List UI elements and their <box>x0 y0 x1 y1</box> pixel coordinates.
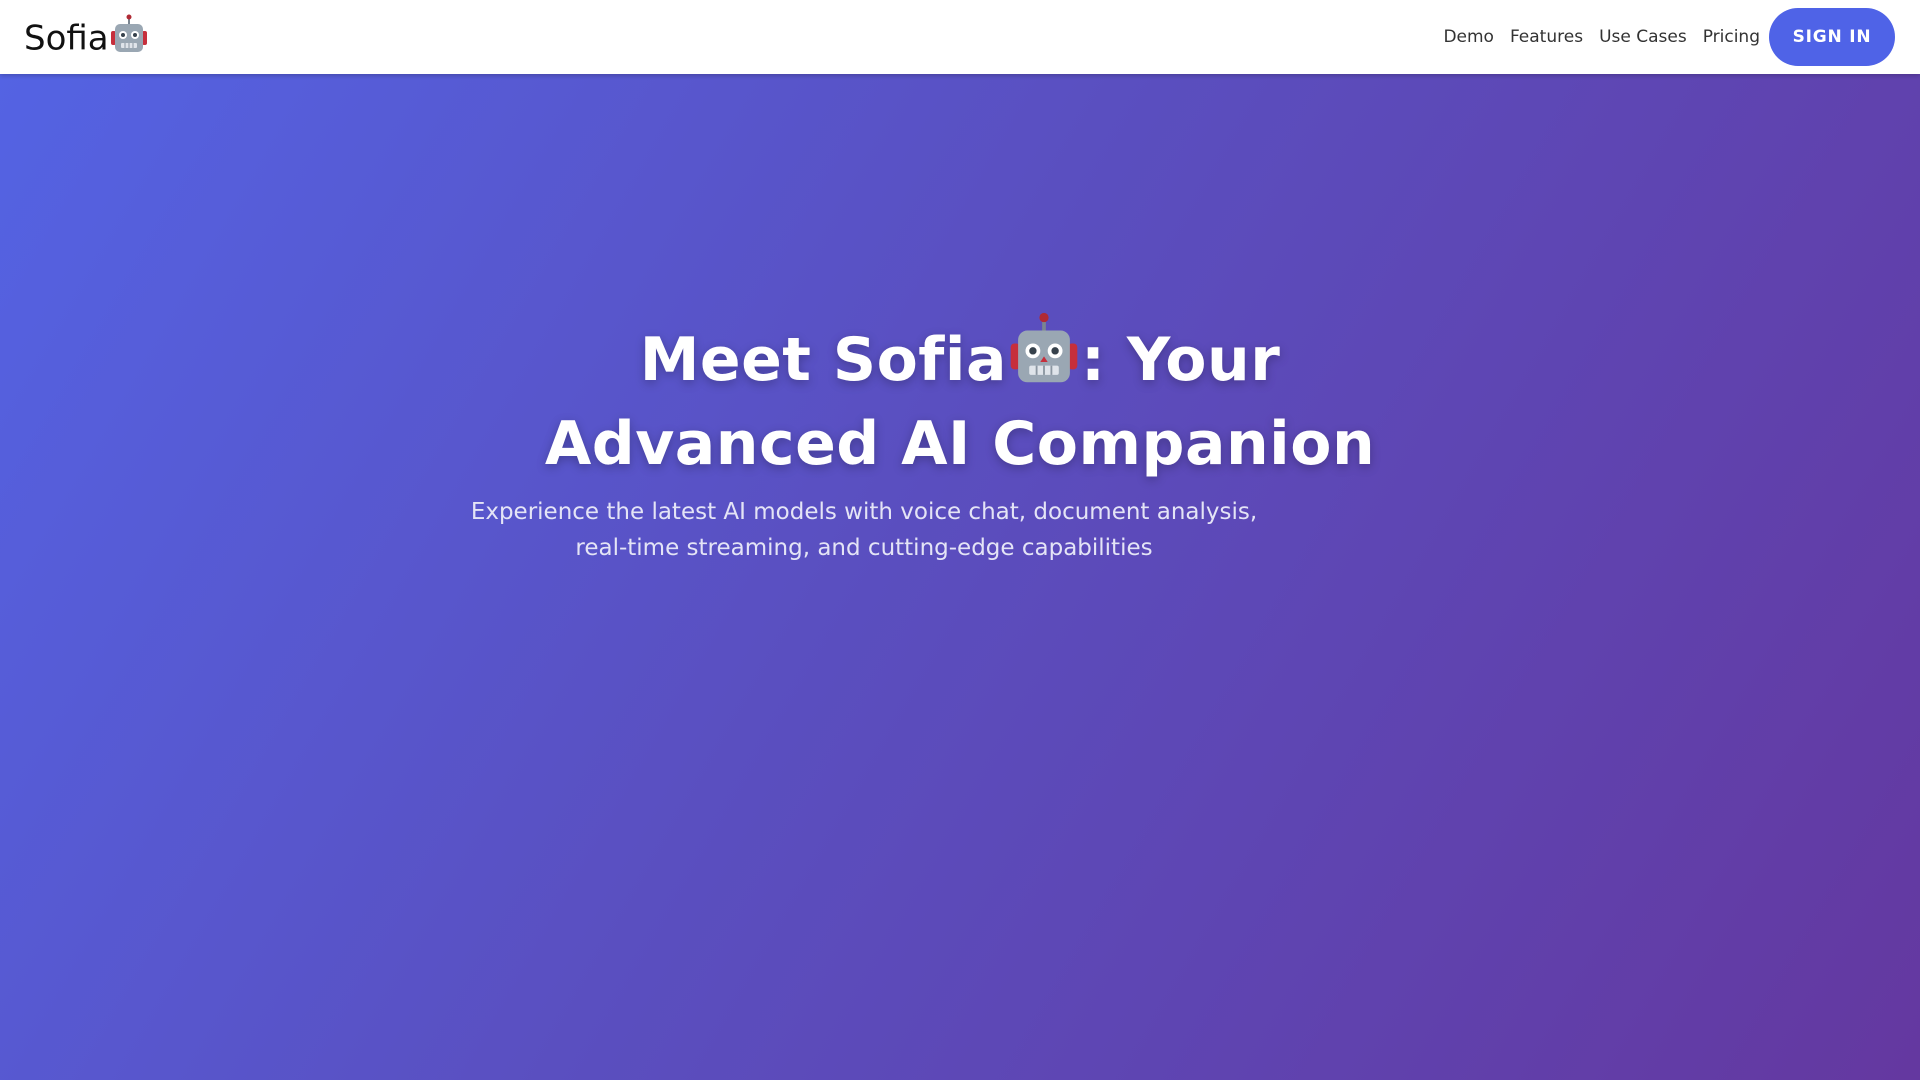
hero-title-part-1: Meet Sofia <box>639 325 1007 395</box>
hero-title-line-1: Meet Sofia : Your <box>460 312 1460 405</box>
hero-subtitle-line-1: Experience the latest AI models with voi… <box>470 499 1258 525</box>
hero-title: Meet Sofia : Your Advanced AI Companion <box>460 312 1460 483</box>
hero-title-part-2: : Your <box>1080 325 1281 395</box>
brand-logo[interactable]: Sofia <box>24 14 148 63</box>
top-navbar: Sofia Demo Features Use Cases Pricing SI… <box>0 0 1920 74</box>
main-nav: Demo Features Use Cases Pricing <box>1443 0 1760 74</box>
hero-subtitle: Experience the latest AI models with voi… <box>444 494 1284 566</box>
brand-name: Sofia <box>24 18 109 59</box>
robot-icon <box>1007 312 1081 405</box>
robot-icon <box>110 14 148 63</box>
nav-demo[interactable]: Demo <box>1443 27 1494 47</box>
hero-section: Meet Sofia : Your Advanced AI Companion … <box>0 74 1920 1080</box>
hero-title-line-2: Advanced AI Companion <box>544 409 1376 479</box>
sign-in-button[interactable]: SIGN IN <box>1769 8 1895 66</box>
nav-pricing[interactable]: Pricing <box>1703 27 1760 47</box>
nav-features[interactable]: Features <box>1510 27 1583 47</box>
nav-use-cases[interactable]: Use Cases <box>1599 27 1687 47</box>
hero-subtitle-line-2: real-time streaming, and cutting-edge ca… <box>575 535 1153 561</box>
